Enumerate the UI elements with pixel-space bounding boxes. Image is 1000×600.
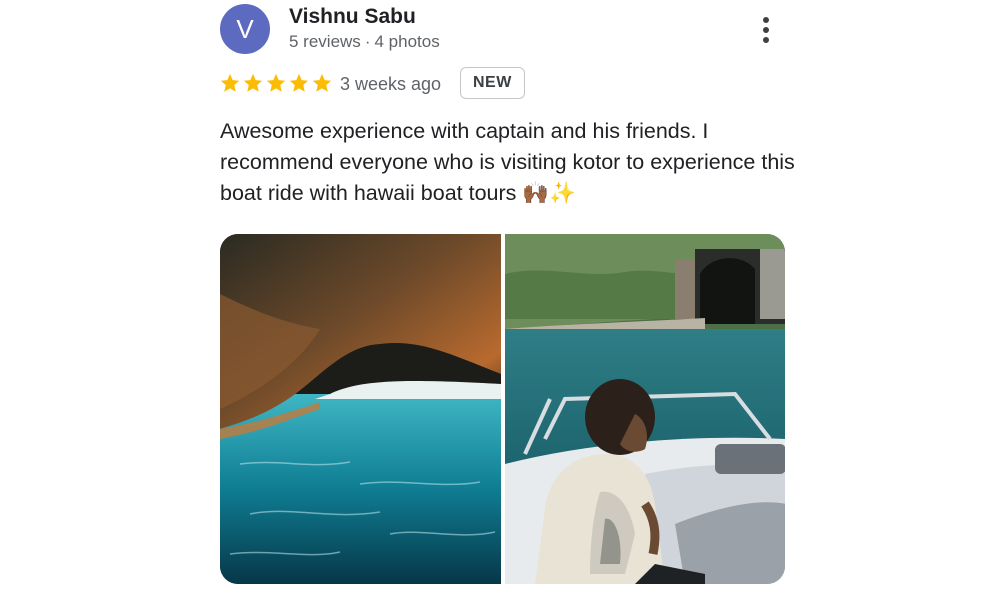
star-icon <box>312 73 332 92</box>
reviewer-name[interactable]: Vishnu Sabu <box>289 5 416 29</box>
review-time: 3 weeks ago <box>340 74 442 94</box>
star-rating <box>219 72 333 94</box>
star-icon <box>243 73 263 92</box>
photo-grid <box>220 234 785 584</box>
review-text: Awesome experience with captain and his … <box>220 119 795 205</box>
photos-count: 4 photos <box>374 32 440 51</box>
star-icon <box>266 73 286 92</box>
star-icon <box>289 73 309 92</box>
star-icon <box>220 73 240 92</box>
meta-separator: · <box>364 32 371 51</box>
new-badge: NEW <box>460 67 525 99</box>
avatar-initial: V <box>236 13 254 44</box>
dot <box>763 37 769 43</box>
more-vert-icon[interactable] <box>746 10 786 50</box>
review-photo-cave[interactable] <box>220 234 501 584</box>
dot <box>763 27 769 33</box>
dot <box>763 17 769 23</box>
reviewer-meta: 5 reviews · 4 photos <box>289 32 440 52</box>
reviews-count: 5 reviews <box>289 32 361 51</box>
review-photo-boat[interactable] <box>504 234 785 584</box>
avatar[interactable]: V <box>220 4 270 54</box>
boat-photo-image <box>504 234 785 584</box>
cave-photo-image <box>220 234 501 584</box>
